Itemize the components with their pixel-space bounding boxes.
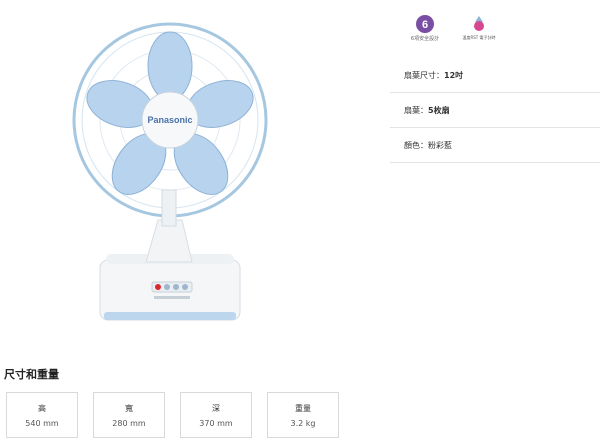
dim-value: 370 mm	[199, 418, 233, 428]
dim-label: 高	[38, 403, 46, 413]
dim-height: 高 540 mm	[6, 392, 78, 438]
spec-value: 粉彩藍	[428, 140, 452, 150]
badge-safety-label: 6項安全設計	[410, 36, 440, 42]
spec-label: 扇葉：	[404, 105, 428, 115]
dim-weight: 重量 3.2 kg	[267, 392, 339, 438]
spec-row: 顏色： 粉彩藍	[390, 128, 600, 163]
badge-safety: 6 6項安全設計	[400, 14, 450, 42]
spec-label: 扇葉尺寸：	[404, 70, 444, 80]
spec-list: 扇葉尺寸： 12吋 扇葉： 5枚扇 顏色： 粉彩藍	[390, 58, 600, 163]
badge-timer: 溫度RST 電子計時	[454, 14, 504, 40]
dim-value: 3.2 kg	[290, 418, 316, 428]
svg-text:6: 6	[422, 19, 428, 31]
dimensions-title: 尺寸和重量	[4, 368, 59, 381]
dim-width: 寬 280 mm	[93, 392, 165, 438]
badge-timer-label: 溫度RST 電子計時	[462, 35, 496, 40]
nanoe-badge-icon	[474, 16, 484, 31]
dim-label: 重量	[295, 403, 311, 413]
spec-row: 扇葉： 5枚扇	[390, 93, 600, 128]
dim-depth: 深 370 mm	[180, 392, 252, 438]
spec-label: 顏色：	[404, 140, 428, 150]
dim-value: 280 mm	[112, 418, 146, 428]
dimensions-list: 高 540 mm 寬 280 mm 深 370 mm 重量 3.2 kg	[6, 392, 339, 438]
dim-label: 寬	[125, 403, 133, 413]
dim-label: 深	[212, 403, 220, 413]
dim-value: 540 mm	[25, 418, 59, 428]
feature-badges: 6 6項安全設計 溫度RST 電子計時	[400, 14, 510, 50]
spec-row: 扇葉尺寸： 12吋	[390, 58, 600, 93]
product-image: Panasonic	[60, 14, 300, 330]
spec-value: 12吋	[444, 70, 464, 80]
six-safety-badge-icon: 6	[416, 15, 434, 33]
spec-value: 5枚扇	[428, 105, 450, 115]
brand-label: Panasonic	[147, 115, 192, 125]
